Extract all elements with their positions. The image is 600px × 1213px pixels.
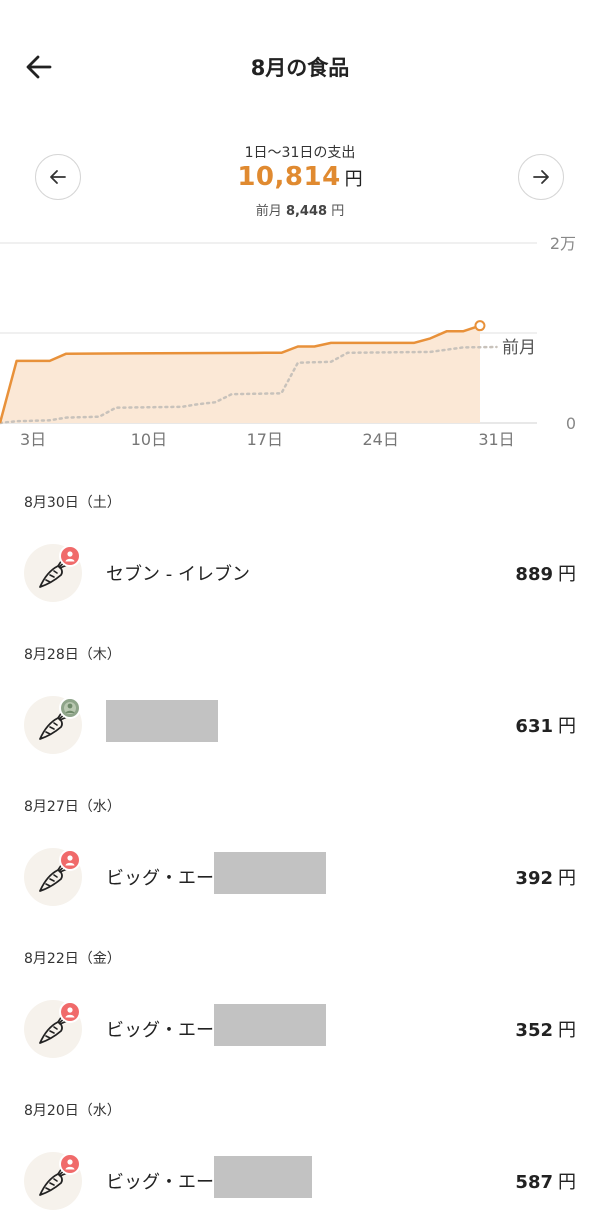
redacted-text-block xyxy=(214,1156,312,1198)
app-bar: 8月の食品 xyxy=(0,0,600,136)
date-header: 8月22日（金） xyxy=(24,951,121,967)
merchant-name-text: セブン - イレブン xyxy=(106,564,250,585)
category-food-icon xyxy=(24,848,82,906)
category-food-icon xyxy=(24,696,82,754)
period-label: 1日〜31日の支出 xyxy=(244,145,356,161)
amount-unit: 円 xyxy=(558,1172,576,1193)
category-food-icon xyxy=(24,544,82,602)
amount-value: 889 xyxy=(515,564,553,585)
x-tick-label: 31日 xyxy=(478,430,514,449)
total-amount: 10,814 xyxy=(237,162,341,192)
amount-unit: 円 xyxy=(558,1020,576,1041)
amount-unit: 円 xyxy=(558,564,576,585)
date-header: 8月20日（水） xyxy=(24,1103,121,1119)
transaction-row[interactable]: 631 円 xyxy=(0,682,600,774)
merchant-name-text: ビッグ・エー xyxy=(106,1020,214,1041)
transaction-amount: 392 円 xyxy=(515,864,576,890)
transaction-amount: 889 円 xyxy=(515,560,576,586)
transaction-row[interactable]: セブン - イレブン 889 円 xyxy=(0,530,600,622)
current-month-endpoint xyxy=(474,320,486,332)
transaction-row[interactable]: ビッグ・エー 352 円 xyxy=(0,986,600,1078)
person-badge-icon xyxy=(59,1001,81,1023)
person-badge-icon xyxy=(59,1153,81,1175)
y-tick-label: 0 xyxy=(566,414,576,433)
total-spending: 10,814 円 xyxy=(0,162,600,192)
person-badge-icon xyxy=(59,849,81,871)
date-header: 8月28日（木） xyxy=(24,647,121,663)
x-tick-label: 17日 xyxy=(247,430,283,449)
amount-value: 587 xyxy=(515,1172,553,1193)
page-title: 8月の食品 xyxy=(250,56,350,80)
transaction-list: 8月30日（土） セブン - イレブン 889 円 8月28日（木） 631 円 8月27日（… xyxy=(0,470,600,1213)
photo-avatar xyxy=(59,697,81,719)
amount-unit: 円 xyxy=(558,868,576,889)
amount-unit: 円 xyxy=(558,716,576,737)
person-badge-icon xyxy=(59,545,81,567)
merchant-name: ビッグ・エー xyxy=(106,852,326,894)
merchant-name: セブン - イレブン xyxy=(106,560,250,586)
cumulative-spending-chart: 前月 2万 0 3日 10日 17日 24日 31日 xyxy=(0,234,576,449)
merchant-name-text: ビッグ・エー xyxy=(106,1172,214,1193)
current-month-area xyxy=(0,325,480,423)
merchant-name-text: ビッグ・エー xyxy=(106,868,214,889)
merchant-name: ビッグ・エー xyxy=(106,1004,326,1046)
x-tick-label: 3日 xyxy=(20,430,46,449)
next-month-button[interactable] xyxy=(518,154,564,200)
date-header: 8月27日（水） xyxy=(24,799,121,815)
merchant-name xyxy=(106,700,218,742)
spending-summary: 1日〜31日の支出 10,814 円 前月 8,448 円 xyxy=(0,140,600,230)
x-tick-label: 24日 xyxy=(362,430,398,449)
transaction-row[interactable]: ビッグ・エー 392 円 xyxy=(0,834,600,926)
redacted-text-block xyxy=(106,700,218,742)
date-header: 8月30日（土） xyxy=(24,495,121,511)
amount-value: 392 xyxy=(515,868,553,889)
previous-month-label: 前月 xyxy=(255,204,282,219)
category-food-icon xyxy=(24,1152,82,1210)
transaction-amount: 631 円 xyxy=(515,712,576,738)
previous-month-total: 前月 8,448 円 xyxy=(0,200,600,219)
merchant-name: ビッグ・エー xyxy=(106,1156,312,1198)
transaction-row[interactable]: ビッグ・エー 587 円 xyxy=(0,1138,600,1213)
amount-value: 352 xyxy=(515,1020,553,1041)
previous-month-series-label: 前月 xyxy=(502,338,536,358)
arrow-right-icon xyxy=(533,170,549,184)
previous-month-amount: 8,448 xyxy=(285,204,328,219)
amount-value: 631 xyxy=(515,716,553,737)
category-food-icon xyxy=(24,1000,82,1058)
transaction-amount: 352 円 xyxy=(515,1016,576,1042)
transaction-amount: 587 円 xyxy=(515,1168,576,1194)
redacted-text-block xyxy=(214,852,326,894)
x-tick-label: 10日 xyxy=(131,430,167,449)
previous-month-unit: 円 xyxy=(331,204,345,219)
total-unit: 円 xyxy=(344,169,363,190)
redacted-text-block xyxy=(214,1004,326,1046)
y-tick-label: 2万 xyxy=(550,234,576,253)
